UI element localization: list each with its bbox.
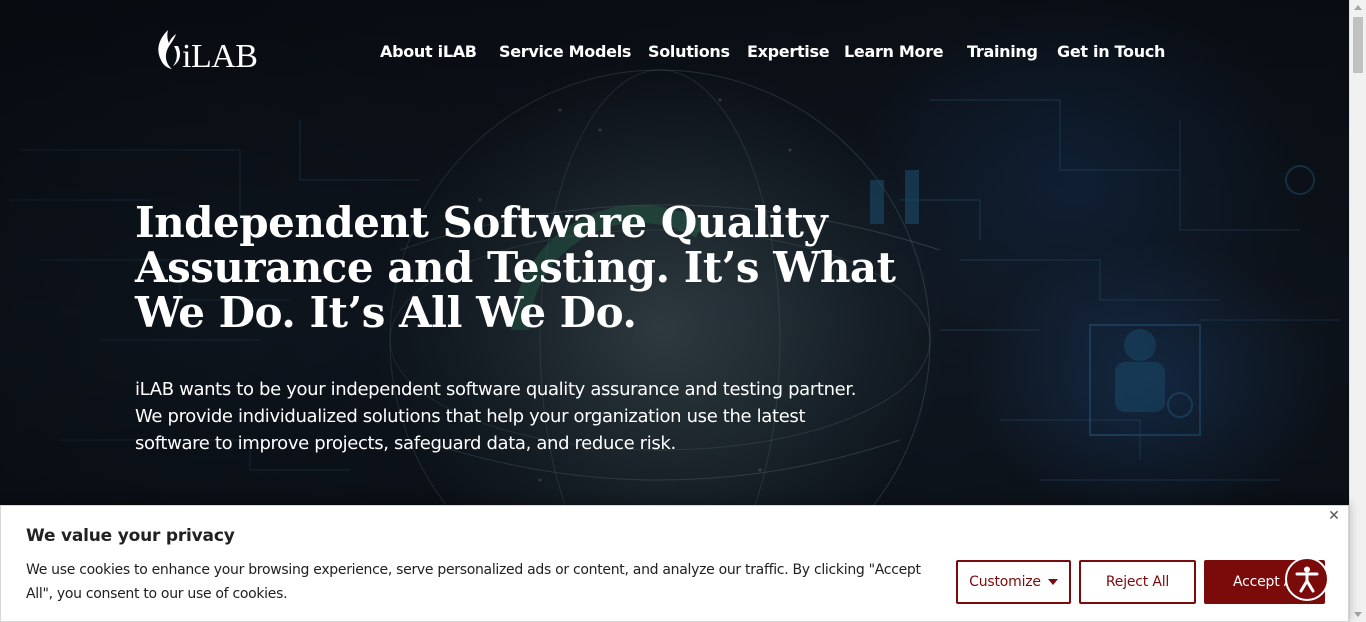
page-scrollbar[interactable] — [1349, 0, 1366, 622]
cookie-consent-banner: ✕ We value your privacy We use cookies t… — [0, 505, 1349, 622]
reject-all-label: Reject All — [1105, 574, 1170, 590]
nav-learn-more[interactable]: Learn More — [844, 42, 944, 61]
reject-all-button[interactable]: Reject All — [1079, 560, 1196, 604]
nav-about-ilab[interactable]: About iLAB — [380, 42, 477, 61]
hero-headline: Independent Software Quality Assurance a… — [135, 198, 896, 337]
accessibility-widget-button[interactable] — [1285, 557, 1329, 601]
nav-expertise[interactable]: Expertise — [747, 42, 830, 61]
scroll-down-arrow-icon[interactable] — [1354, 612, 1362, 617]
site-logo[interactable]: iLAB — [152, 28, 258, 75]
caret-down-icon — [1047, 579, 1058, 585]
ilab-flame-logo-icon — [158, 30, 181, 69]
logo-text: iLAB — [182, 38, 258, 75]
nav-get-in-touch[interactable]: Get in Touch — [1057, 42, 1165, 61]
scroll-up-arrow-icon[interactable] — [1354, 5, 1362, 10]
close-icon[interactable]: ✕ — [1326, 508, 1342, 524]
cookie-description: We use cookies to enhance your browsing … — [26, 562, 921, 602]
nav-service-models[interactable]: Service Models — [499, 42, 631, 61]
hero-intro: iLAB wants to be your independent softwa… — [135, 379, 857, 454]
customize-label: Customize — [969, 574, 1041, 590]
nav-training[interactable]: Training — [967, 42, 1038, 61]
scroll-thumb[interactable] — [1353, 17, 1363, 73]
accessibility-person-icon — [1295, 566, 1319, 593]
cookie-title: We value your privacy — [26, 526, 235, 546]
customize-button[interactable]: Customize — [956, 560, 1071, 604]
nav-solutions[interactable]: Solutions — [648, 42, 730, 61]
